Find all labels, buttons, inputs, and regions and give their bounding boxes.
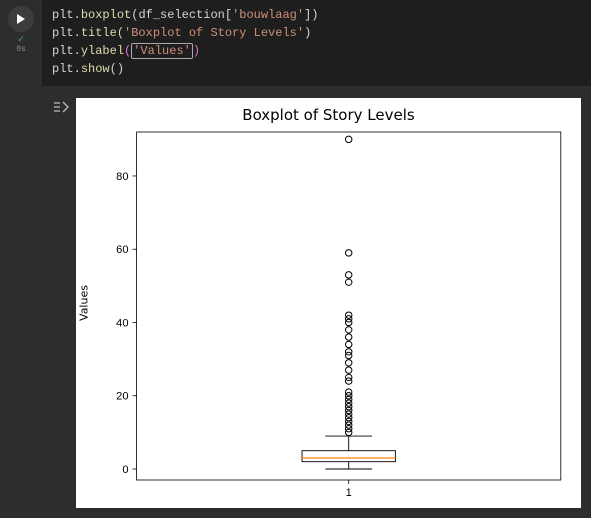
play-icon	[15, 13, 27, 25]
svg-text:20: 20	[116, 391, 128, 403]
run-cell-button[interactable]	[8, 6, 34, 32]
code-line[interactable]: plt.ylabel('Values')	[52, 42, 581, 60]
svg-text:60: 60	[116, 244, 128, 256]
output-area: Boxplot of Story Levels Values 020406080…	[42, 86, 591, 518]
execution-status: ✓ 0s	[16, 36, 26, 54]
cell-gutter: ✓ 0s	[0, 0, 42, 508]
toggle-output-icon[interactable]	[52, 98, 70, 116]
svg-text:0: 0	[122, 464, 128, 476]
check-icon: ✓	[17, 36, 25, 45]
code-cell[interactable]: plt.boxplot(df_selection['bouwlaag'])plt…	[42, 0, 591, 86]
chart-svg: 0 20 40 60 80 1	[76, 98, 581, 508]
svg-text:80: 80	[116, 171, 128, 183]
code-line[interactable]: plt.title('Boxplot of Story Levels')	[52, 24, 581, 42]
svg-text:40: 40	[116, 318, 128, 330]
code-line[interactable]: plt.show()	[52, 60, 581, 78]
code-line[interactable]: plt.boxplot(df_selection['bouwlaag'])	[52, 6, 581, 24]
boxplot-chart: Boxplot of Story Levels Values 020406080…	[76, 98, 581, 508]
execution-time: 0s	[16, 46, 26, 54]
svg-text:1: 1	[346, 487, 352, 499]
